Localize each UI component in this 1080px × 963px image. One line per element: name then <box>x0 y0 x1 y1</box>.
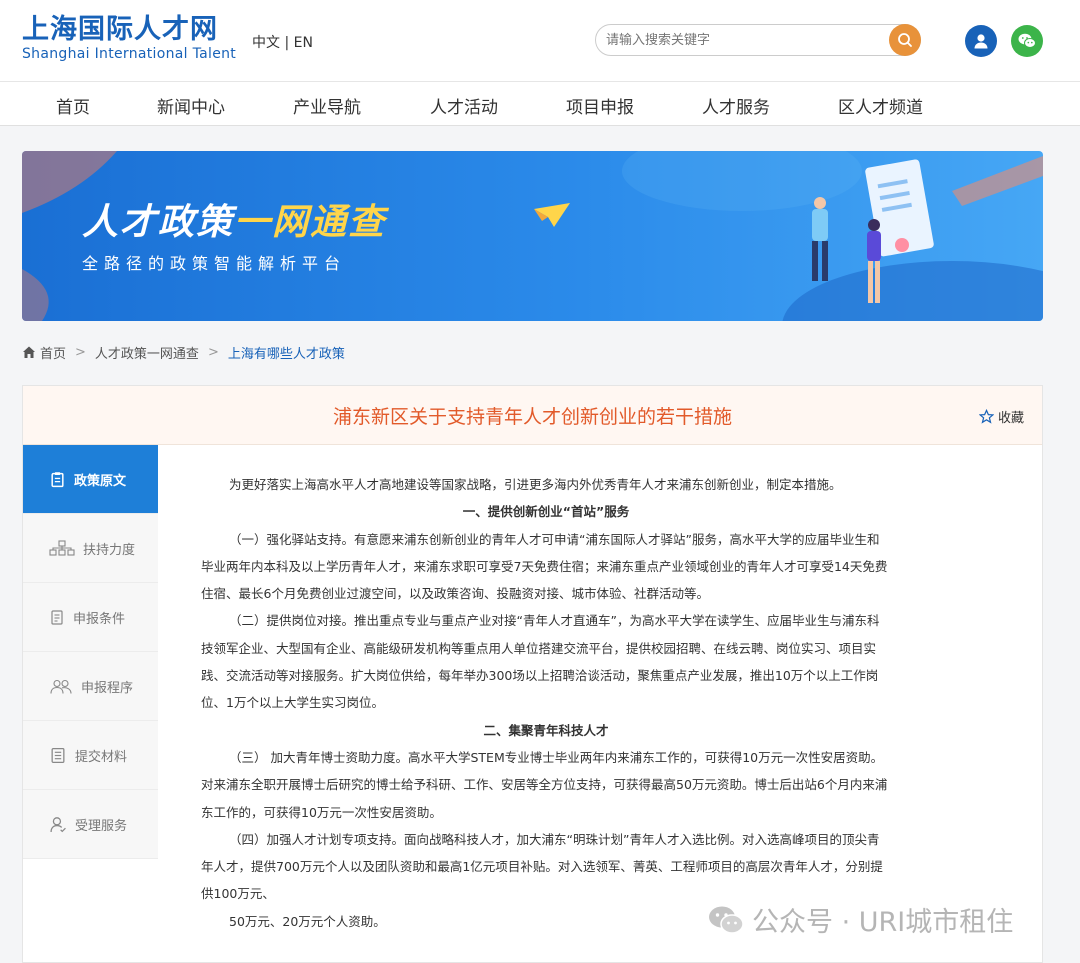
site-header: 上海国际人才网 Shanghai International Talent 中文… <box>0 0 1080 82</box>
paragraph-3: （三） 加大青年博士资助力度。高水平大学STEM专业博士毕业两年内来浦东工作的，… <box>201 749 888 820</box>
star-icon <box>978 409 994 424</box>
search-box <box>595 24 921 56</box>
document-icon <box>51 609 63 625</box>
wechat-watermark: 公众号 · URI城市租住 <box>706 900 1013 939</box>
policy-content-panel: 浦东新区关于支持青年人才创新创业的若干措施 收藏 政策原文 扶持力度 申报条件 … <box>22 385 1043 963</box>
search-input[interactable] <box>606 30 886 50</box>
sidebar-item-label: 扶持力度 <box>83 542 136 558</box>
language-switch[interactable]: 中文 | EN <box>252 32 313 52</box>
paragraph-4: （四）加强人才计划专项支持。面向战略科技人才，加大浦东“明珠计划”青年人才入选比… <box>201 831 883 902</box>
chevron-right-icon: > <box>75 344 86 360</box>
sidebar-item-support[interactable]: 扶持力度 <box>23 514 158 583</box>
logo-chinese: 上海国际人才网 <box>22 14 218 45</box>
policy-banner[interactable]: 人才政策一网通查 全路径的政策智能解析平台 <box>22 151 1043 321</box>
paragraph-2: （二）提供岗位对接。推出重点专业与重点产业对接“青年人才直通车”，为高水平大学在… <box>201 613 880 711</box>
sidebar-item-procedure[interactable]: 申报程序 <box>23 652 158 721</box>
search-icon <box>898 33 912 47</box>
file-list-icon <box>51 747 65 763</box>
home-icon <box>23 346 35 358</box>
hierarchy-icon <box>49 540 75 556</box>
sidebar-item-original[interactable]: 政策原文 <box>23 445 158 514</box>
chevron-right-icon: > <box>207 344 219 360</box>
title-bar: 浦东新区关于支持青年人才创新创业的若干措施 收藏 <box>23 386 1042 445</box>
sidebar-item-materials[interactable]: 提交材料 <box>23 721 158 790</box>
breadcrumb-policy-search[interactable]: 人才政策一网通查 <box>95 343 199 362</box>
site-logo[interactable]: 上海国际人才网 Shanghai International Talent <box>22 14 236 62</box>
nav-news[interactable]: 新闻中心 <box>157 93 225 118</box>
user-service-icon <box>50 816 66 832</box>
banner-title: 人才政策一网通查 <box>82 202 387 243</box>
favorite-label: 收藏 <box>997 411 1024 426</box>
breadcrumb-current[interactable]: 上海有哪些人才政策 <box>228 343 345 362</box>
intro-paragraph: 为更好落实上海高水平人才高地建设等国家战略，引进更多海内外优秀青年人才来浦东创新… <box>229 477 842 492</box>
nav-district[interactable]: 区人才频道 <box>838 93 923 118</box>
wechat-icon <box>1018 33 1036 48</box>
breadcrumb: 首页 > 人才政策一网通查 > 上海有哪些人才政策 <box>22 343 345 362</box>
sidebar-item-label: 申报程序 <box>81 680 134 696</box>
favorite-button[interactable]: 收藏 <box>978 407 1024 426</box>
wechat-button[interactable] <box>1011 25 1043 57</box>
nav-industry[interactable]: 产业导航 <box>293 93 361 118</box>
nav-projects[interactable]: 项目申报 <box>566 93 634 118</box>
search-button[interactable] <box>889 24 921 56</box>
sidebar-item-service[interactable]: 受理服务 <box>23 790 158 859</box>
wechat-icon <box>709 906 744 934</box>
sidebar-item-label: 申报条件 <box>73 611 126 627</box>
policy-text: 为更好落实上海高水平人才高地建设等国家战略，引进更多海内外优秀青年人才来浦东创新… <box>201 471 891 935</box>
sidebar-item-label: 受理服务 <box>75 818 128 834</box>
nav-events[interactable]: 人才活动 <box>430 93 498 118</box>
user-icon <box>974 34 988 49</box>
sidebar-item-label: 提交材料 <box>75 749 128 765</box>
nav-services[interactable]: 人才服务 <box>702 93 770 118</box>
banner-subtitle: 全路径的政策智能解析平台 <box>82 254 347 273</box>
sidebar-item-label: 政策原文 <box>74 473 127 489</box>
sidebar-item-conditions[interactable]: 申报条件 <box>23 583 158 652</box>
paragraph-1: （一）强化驿站支持。有意愿来浦东创新创业的青年人才可申请“浦东国际人才驿站”服务… <box>201 531 888 602</box>
nav-home[interactable]: 首页 <box>56 93 90 118</box>
section-heading-1: 一、提供创新创业“首站”服务 <box>462 504 630 520</box>
watermark-text: 公众号 · URI城市租住 <box>752 907 1014 938</box>
section-heading-2: 二、集聚青年科技人才 <box>483 722 609 738</box>
people-icon <box>50 679 72 694</box>
user-button[interactable] <box>965 25 997 57</box>
main-nav: 首页 新闻中心 产业导航 人才活动 项目申报 人才服务 区人才频道 <box>0 82 1080 126</box>
document-title: 浦东新区关于支持青年人才创新创业的若干措施 <box>332 406 732 428</box>
breadcrumb-home[interactable]: 首页 <box>40 343 66 362</box>
logo-english: Shanghai International Talent <box>22 46 237 62</box>
policy-sidebar: 政策原文 扶持力度 申报条件 申报程序 提交材料 受理服务 <box>23 445 158 859</box>
clipboard-icon <box>51 471 64 487</box>
